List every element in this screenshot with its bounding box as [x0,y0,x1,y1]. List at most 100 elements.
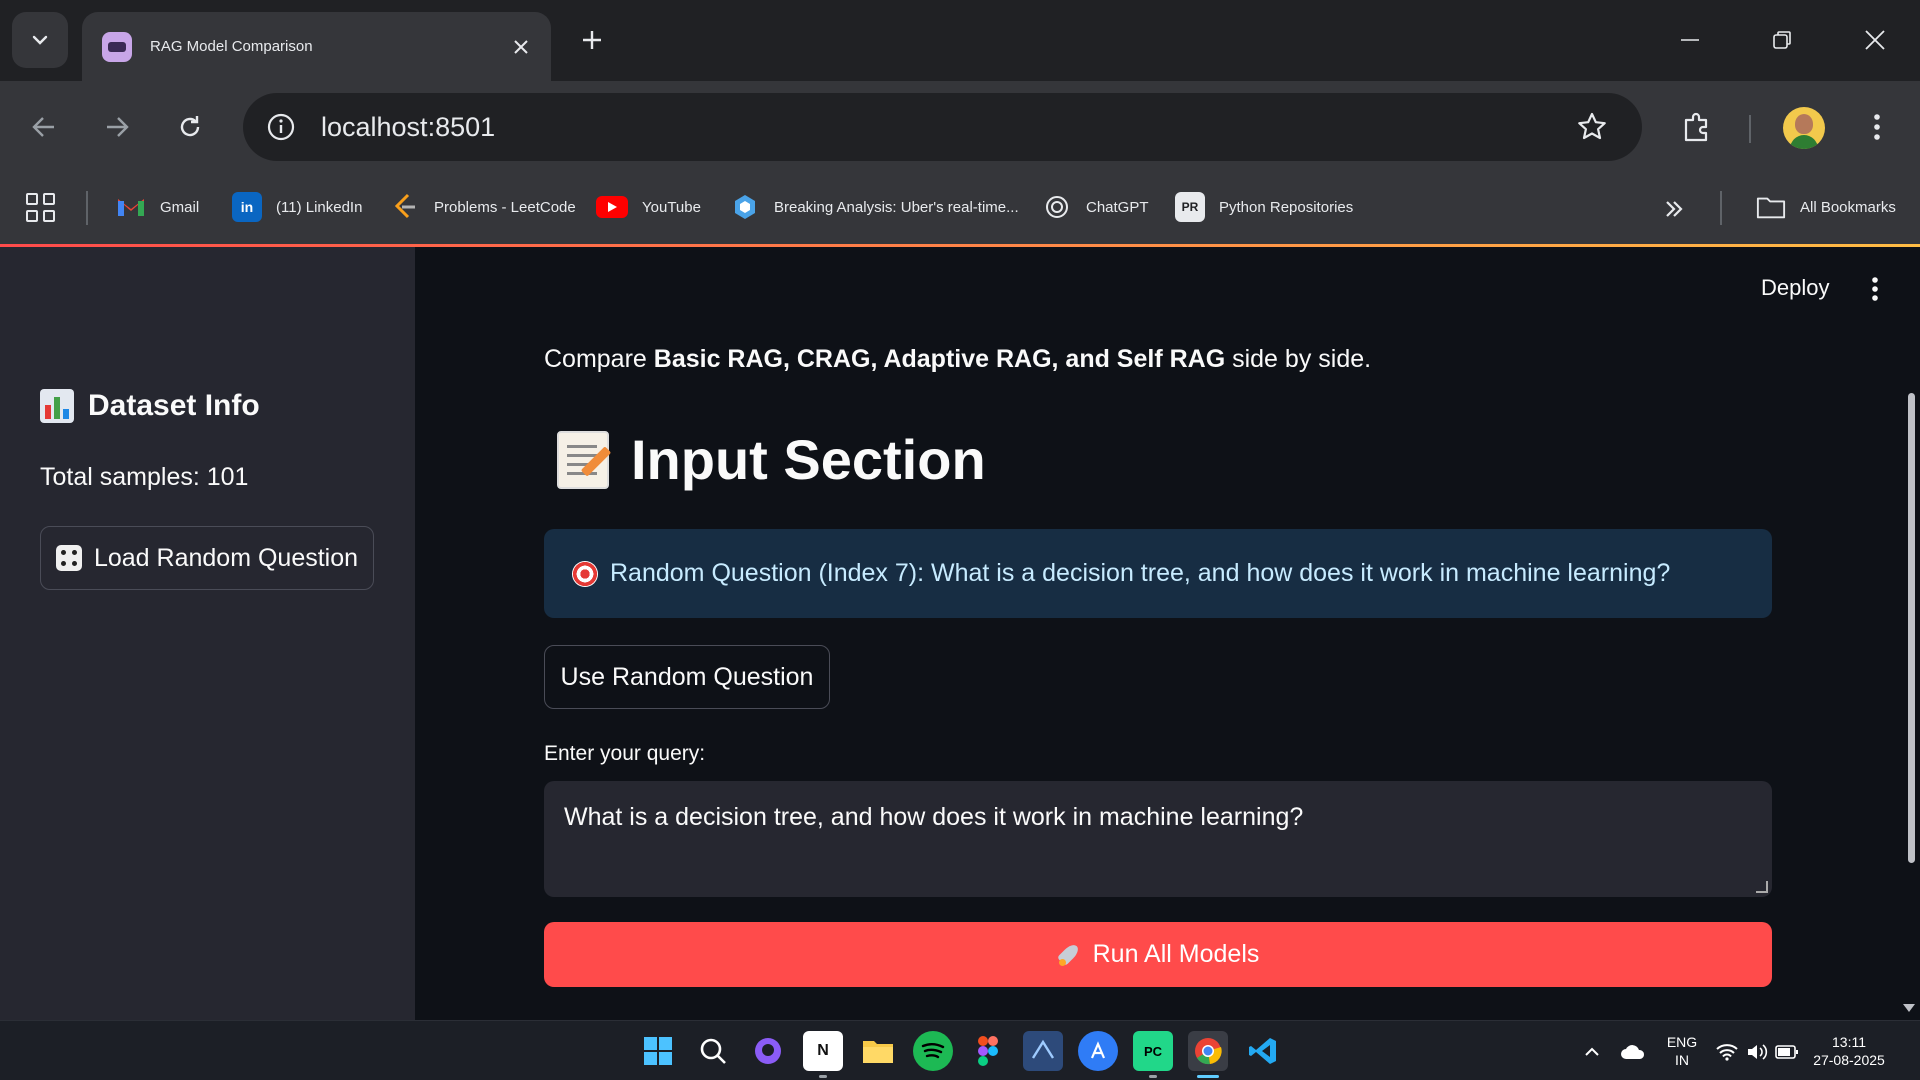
clock[interactable]: 13:11 27-08-2025 [1808,1033,1890,1069]
intro-prefix: Compare [544,345,654,373]
wifi-icon[interactable] [1714,1039,1740,1065]
app-icon[interactable] [1023,1031,1063,1071]
use-random-question-label: Use Random Question [560,662,814,691]
browser-menu-icon[interactable] [1855,105,1899,149]
start-windows-icon[interactable] [638,1031,678,1071]
intro-text: Compare Basic RAG, CRAG, Adaptive RAG, a… [544,345,1371,374]
close-icon [1865,30,1885,50]
bookmarks-divider [1720,191,1722,225]
browser-tab-bar: RAG Model Comparison [0,0,1920,81]
new-tab-button[interactable] [572,18,612,62]
restore-button[interactable] [1757,16,1807,64]
apps-grid-icon[interactable] [22,189,58,225]
forward-button[interactable] [95,105,139,149]
reload-button[interactable] [168,105,212,149]
github-icon[interactable] [748,1031,788,1071]
dataset-info-title: Dataset Info [88,389,260,422]
arrow-left-icon [32,117,54,137]
language-indicator[interactable]: ENG IN [1662,1033,1702,1069]
tab-title: RAG Model Comparison [150,38,313,55]
tab-search-button[interactable] [12,12,68,68]
site-info-icon[interactable] [263,109,299,145]
intro-bold: Basic RAG, CRAG, Adaptive RAG, and Self … [653,345,1226,373]
bookmark-article[interactable]: Breaking Analysis: Uber's real-time... [730,187,1019,227]
plus-icon [583,31,601,49]
profile-avatar[interactable] [1783,107,1825,149]
direct-hit-icon [572,560,598,587]
active-tab[interactable]: RAG Model Comparison [82,12,551,81]
arrow-right-icon [107,117,129,137]
query-value: What is a decision tree, and how does it… [564,803,1304,831]
bookmark-gmail[interactable]: Gmail [116,187,199,227]
chevron-up-icon[interactable] [1579,1039,1605,1065]
minimize-button[interactable] [1665,16,1715,64]
run-all-models-button[interactable]: Run All Models [544,922,1772,987]
time-text: 13:11 [1832,1034,1866,1050]
figma-icon[interactable] [968,1031,1008,1071]
use-random-question-button[interactable]: Use Random Question [544,645,830,709]
load-random-question-label: Load Random Question [93,543,359,572]
extensions-icon[interactable] [1675,105,1719,149]
bookmark-label: (11) LinkedIn [276,198,363,216]
vscode-icon[interactable] [1243,1031,1283,1071]
bookmarks-bar: Gmail in (11) LinkedIn Problems - LeetCo… [0,171,1920,245]
close-icon [514,39,528,54]
date-text: 27-08-2025 [1813,1052,1885,1068]
dice-icon [55,545,82,571]
resize-handle-icon[interactable] [1756,881,1768,893]
chrome-icon[interactable] [1188,1031,1228,1078]
main-content: Deploy Compare Basic RAG, CRAG, Adaptive… [415,247,1920,1020]
url-text[interactable]: localhost:8501 [321,112,1572,143]
tab-close-button[interactable] [503,29,539,65]
query-textarea[interactable]: What is a decision tree, and how does it… [544,781,1772,897]
deploy-button[interactable]: Deploy [1761,275,1829,301]
onedrive-cloud-icon[interactable] [1620,1039,1646,1065]
close-window-button[interactable] [1850,16,1900,64]
memo-icon [557,430,609,489]
screen: RAG Model Comparison localhost:8501 Gmai… [0,0,1920,1080]
windows-taskbar: N PC ENG IN 13:11 27-08-2025 [0,1020,1920,1080]
back-button[interactable] [22,105,66,149]
main-menu-icon[interactable] [1861,273,1889,305]
reload-icon [180,116,200,137]
dataset-info-header: Dataset Info [40,389,260,423]
chevron-down-icon [32,35,48,45]
query-label: Enter your query: [544,742,706,765]
bookmark-label: Problems - LeetCode [434,198,576,216]
bookmark-label: Python Repositories [1219,198,1354,216]
active-indicator [1197,1075,1219,1078]
bookmark-label: Gmail [160,198,200,216]
spotify-icon[interactable] [913,1031,953,1071]
bookmark-chatgpt[interactable]: ChatGPT [1042,187,1149,227]
bookmark-linkedin[interactable]: in (11) LinkedIn [232,187,362,227]
more-bookmarks-icon[interactable] [1656,191,1692,227]
battery-icon[interactable] [1774,1039,1800,1065]
all-bookmarks[interactable]: All Bookmarks [1756,187,1896,227]
run-all-models-label: Run All Models [1092,940,1260,968]
toolbar-divider [1749,115,1751,143]
bookmark-star-icon[interactable] [1572,107,1612,147]
random-question-text: Random Question (Index 7): What is a dec… [610,559,1671,587]
browser-toolbar: localhost:8501 [0,81,1920,171]
file-explorer-icon[interactable] [858,1031,898,1071]
bookmark-youtube[interactable]: YouTube [596,187,701,227]
total-samples-text: Total samples: 101 [40,463,249,491]
bookmark-label: Breaking Analysis: Uber's real-time... [774,198,1019,216]
rocket-icon [1057,943,1081,967]
address-bar[interactable]: localhost:8501 [243,93,1642,161]
bookmark-python-repos[interactable]: PR Python Repositories [1175,187,1353,227]
gmail-icon [116,192,146,222]
app-store-icon[interactable] [1078,1031,1118,1071]
vertical-scrollbar[interactable] [1908,393,1915,863]
bar-chart-icon [40,389,74,423]
scroll-down-arrow-icon[interactable] [1903,1004,1915,1012]
load-random-question-button[interactable]: Load Random Question [40,526,374,590]
search-icon[interactable] [693,1031,733,1071]
pycharm-icon[interactable]: PC [1133,1031,1173,1078]
random-question-info: Random Question (Index 7): What is a dec… [544,529,1772,618]
bookmark-leetcode[interactable]: Problems - LeetCode [390,187,576,227]
volume-icon[interactable] [1744,1039,1770,1065]
running-indicator [819,1075,827,1078]
notion-icon[interactable]: N [803,1031,843,1078]
python-repo-icon: PR [1175,192,1205,222]
